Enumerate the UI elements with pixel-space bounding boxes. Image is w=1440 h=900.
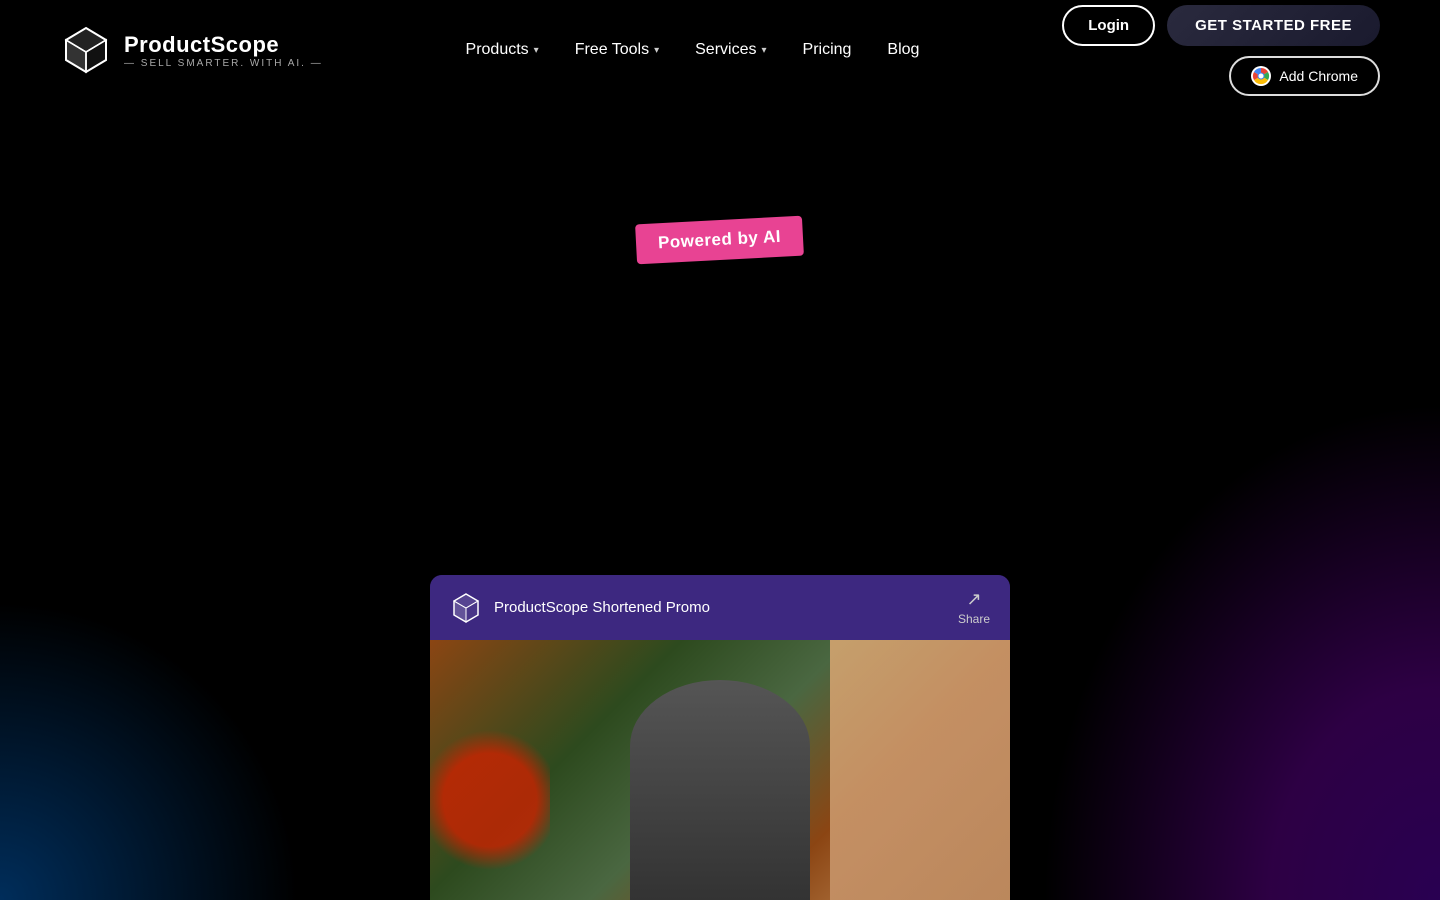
nav-pricing-label: Pricing <box>803 41 852 59</box>
video-bg-flowers <box>430 700 550 900</box>
video-header-left: ProductScope Shortened Promo <box>450 592 710 624</box>
video-thumbnail <box>430 640 1010 900</box>
bg-glow-left <box>0 600 300 900</box>
powered-by-badge: Powered by AI <box>636 216 805 265</box>
nav-links: Products ▾ Free Tools ▾ Services ▾ Prici… <box>466 41 920 59</box>
navbar: ProductScope — SELL SMARTER. WITH AI. — … <box>0 0 1440 100</box>
nav-item-blog[interactable]: Blog <box>887 41 919 59</box>
main-content: Powered by AI <box>0 100 1440 300</box>
chevron-down-icon: ▾ <box>654 45 659 56</box>
chrome-icon <box>1251 66 1271 86</box>
chevron-down-icon: ▾ <box>761 45 766 56</box>
nav-blog-label: Blog <box>887 41 919 59</box>
video-title: ProductScope Shortened Promo <box>494 599 710 616</box>
nav-actions: Login GET STARTED FREE Add Chrome <box>1062 5 1380 96</box>
bg-glow-right <box>1040 400 1440 900</box>
video-share-button[interactable]: ↗ Share <box>958 589 990 626</box>
add-chrome-label: Add Chrome <box>1279 68 1358 84</box>
video-bg-window <box>830 640 1010 900</box>
video-logo-small <box>450 592 482 624</box>
nav-top-actions: Login GET STARTED FREE <box>1062 5 1380 46</box>
login-button[interactable]: Login <box>1062 5 1155 46</box>
video-thumbnail-background <box>430 640 1010 900</box>
nav-item-products[interactable]: Products ▾ <box>466 41 539 59</box>
nav-services-label: Services <box>695 41 756 59</box>
logo-text: ProductScope — SELL SMARTER. WITH AI. — <box>124 32 323 69</box>
logo-main-text: ProductScope <box>124 32 323 58</box>
chevron-down-icon: ▾ <box>534 45 539 56</box>
logo[interactable]: ProductScope — SELL SMARTER. WITH AI. — <box>60 24 323 76</box>
video-person <box>630 680 810 900</box>
nav-products-label: Products <box>466 41 529 59</box>
nav-item-services[interactable]: Services ▾ <box>695 41 766 59</box>
get-started-button[interactable]: GET STARTED FREE <box>1167 5 1380 46</box>
nav-free-tools-label: Free Tools <box>575 41 649 59</box>
video-container: ProductScope Shortened Promo ↗ Share <box>430 575 1010 900</box>
nav-item-pricing[interactable]: Pricing <box>803 41 852 59</box>
logo-sub-text: — SELL SMARTER. WITH AI. — <box>124 58 323 69</box>
logo-icon <box>60 24 112 76</box>
share-icon: ↗ <box>966 589 981 610</box>
video-header: ProductScope Shortened Promo ↗ Share <box>430 575 1010 640</box>
nav-item-free-tools[interactable]: Free Tools ▾ <box>575 41 659 59</box>
add-chrome-button[interactable]: Add Chrome <box>1229 56 1380 96</box>
video-share-label: Share <box>958 612 990 626</box>
